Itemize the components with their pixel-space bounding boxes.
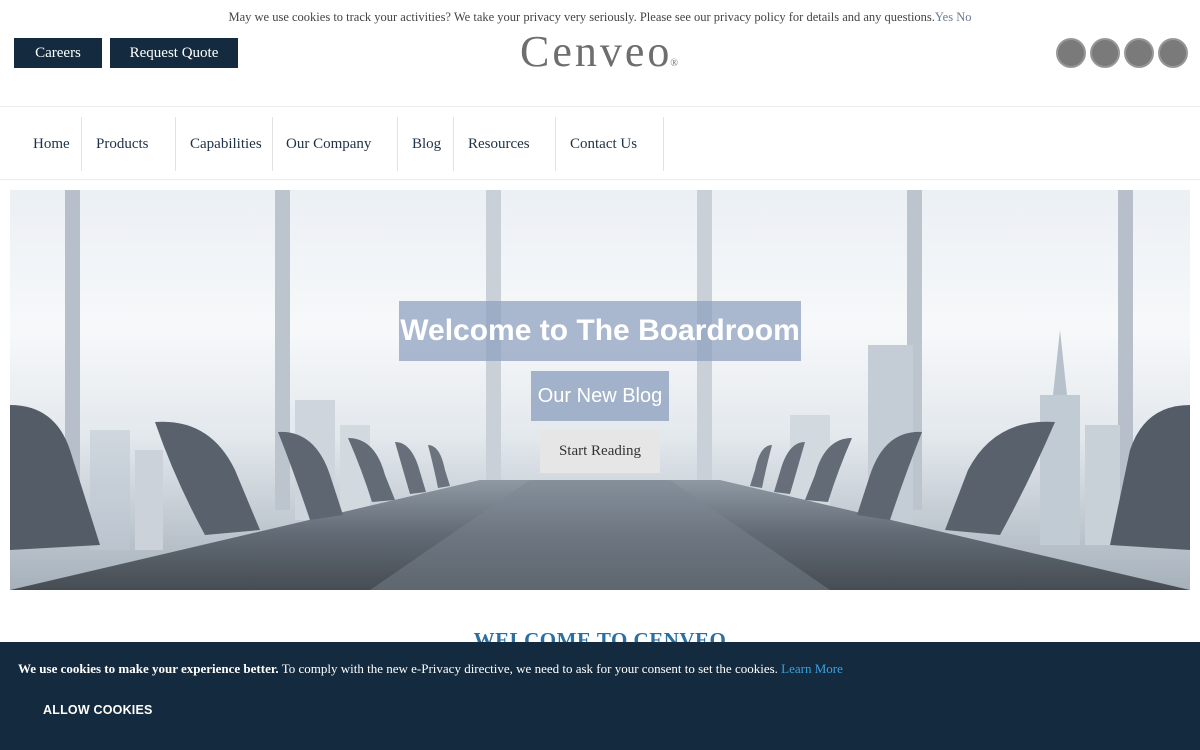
hero-title: Welcome to The Boardroom (399, 301, 801, 361)
cookie-banner: We use cookies to make your experience b… (0, 642, 1200, 750)
main-nav: Home Products Capabilities Our Company B… (0, 106, 1200, 180)
cookie-message-text: To comply with the new e-Privacy directi… (278, 661, 782, 676)
nav-item-contact-us[interactable]: Contact Us (556, 117, 664, 171)
privacy-notice: May we use cookies to track your activit… (0, 10, 1200, 25)
social-icon-2[interactable] (1090, 38, 1120, 68)
logo-text: Cenveo (519, 27, 673, 76)
social-links (1056, 38, 1188, 68)
nav-item-label: Products (96, 135, 149, 152)
cookie-message: We use cookies to make your experience b… (18, 661, 843, 677)
social-icon-3[interactable] (1124, 38, 1154, 68)
nav-item-home[interactable]: Home (19, 117, 82, 171)
cookie-message-bold: We use cookies to make your experience b… (18, 661, 279, 676)
nav-item-label: Capabilities (190, 135, 262, 152)
privacy-no-link[interactable]: No (956, 10, 971, 24)
cenveo-logo[interactable]: Cenveo® (0, 26, 1200, 77)
social-icon-1[interactable] (1056, 38, 1086, 68)
nav-item-resources[interactable]: Resources (454, 117, 556, 171)
start-reading-button[interactable]: Start Reading (540, 430, 660, 473)
nav-item-label: Resources (468, 135, 530, 152)
nav-item-label: Blog (412, 135, 442, 152)
registered-mark: ® (670, 58, 678, 69)
hero-subtitle: Our New Blog (531, 371, 669, 421)
nav-item-products[interactable]: Products (82, 117, 176, 171)
social-icon-4[interactable] (1158, 38, 1188, 68)
hero-banner: Welcome to The Boardroom Our New Blog St… (10, 190, 1190, 590)
learn-more-link[interactable]: Learn More (781, 661, 843, 676)
nav-item-blog[interactable]: Blog (398, 117, 454, 171)
allow-cookies-button[interactable]: ALLOW COOKIES (43, 703, 153, 717)
nav-item-our-company[interactable]: Our Company (272, 117, 398, 171)
nav-item-label: Contact Us (570, 135, 638, 152)
privacy-yes-link[interactable]: Yes (935, 10, 953, 24)
nav-item-label: Home (33, 135, 70, 152)
privacy-notice-text: May we use cookies to track your activit… (228, 10, 935, 24)
nav-item-label: Our Company (286, 135, 372, 152)
nav-item-capabilities[interactable]: Capabilities (176, 117, 273, 171)
